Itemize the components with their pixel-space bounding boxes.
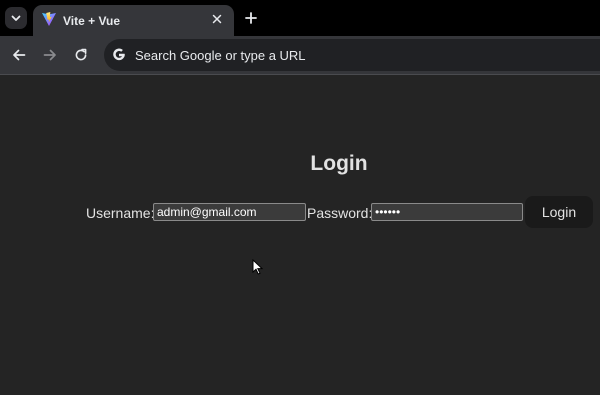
address-bar[interactable]: Search Google or type a URL <box>104 39 600 71</box>
vite-logo-icon <box>42 12 56 26</box>
reload-icon <box>75 48 87 61</box>
google-g-icon <box>113 48 125 61</box>
close-icon <box>212 14 222 24</box>
password-label: Password: <box>307 205 373 221</box>
back-arrow-icon <box>13 49 26 61</box>
browser-tab-strip: Vite + Vue <box>0 0 600 36</box>
forward-arrow-icon <box>43 49 56 61</box>
new-tab-button[interactable] <box>241 8 261 28</box>
chevron-down-icon <box>11 15 21 21</box>
username-label: Username: <box>86 205 155 221</box>
username-input[interactable] <box>153 203 306 221</box>
page-content: Login Username: Password: Login <box>0 75 600 395</box>
password-input[interactable] <box>371 203 523 221</box>
tab-close-button[interactable] <box>208 10 226 28</box>
address-bar-placeholder: Search Google or type a URL <box>135 48 306 63</box>
page-title: Login <box>310 152 368 175</box>
browser-tab[interactable]: Vite + Vue <box>33 5 234 36</box>
forward-button[interactable] <box>40 45 60 65</box>
mouse-pointer-icon <box>252 259 264 275</box>
back-button[interactable] <box>9 45 29 65</box>
login-button[interactable]: Login <box>525 196 593 228</box>
browser-toolbar: Search Google or type a URL <box>0 36 600 75</box>
tab-title: Vite + Vue <box>63 14 121 28</box>
reload-button[interactable] <box>71 45 91 65</box>
tab-search-button[interactable] <box>5 7 27 29</box>
plus-icon <box>245 12 257 24</box>
